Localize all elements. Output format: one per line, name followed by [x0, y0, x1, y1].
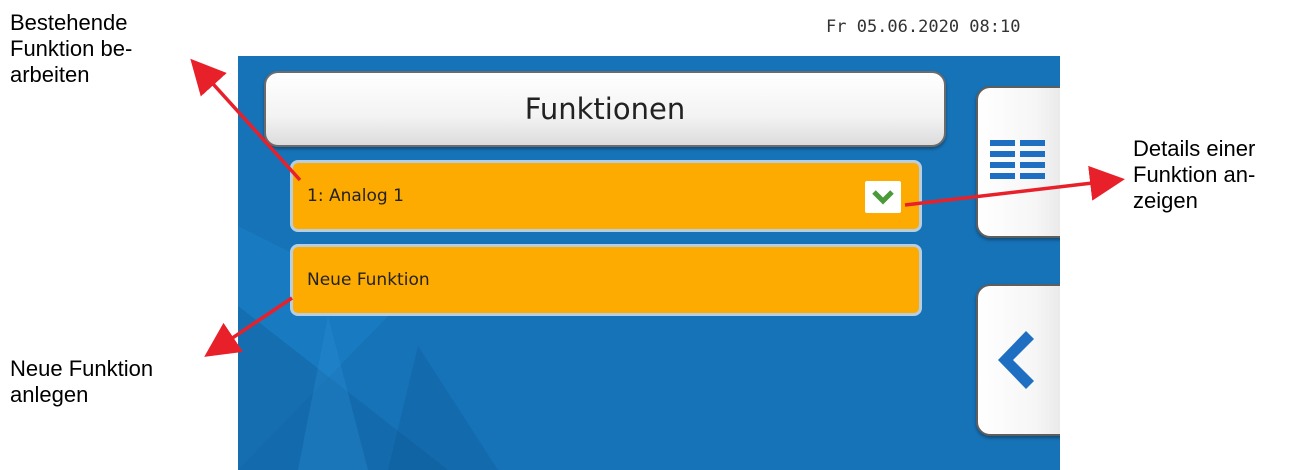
back-chevron-icon	[998, 331, 1034, 389]
back-button[interactable]	[976, 284, 1060, 436]
annotation-show-details: Details einer Funktion an- zeigen	[1133, 136, 1255, 214]
annotation-line: Funktion be-	[10, 36, 133, 61]
annotation-line: Funktion an-	[1133, 162, 1256, 187]
list-icon	[990, 140, 1045, 179]
new-function-item[interactable]: Neue Funktion	[290, 244, 922, 316]
annotation-line: Details einer	[1133, 136, 1256, 161]
status-datetime: Fr 05.06.2020 08:10	[826, 17, 1021, 37]
annotation-line: anlegen	[10, 382, 89, 407]
annotation-line: Neue Funktion	[10, 356, 154, 381]
page-title: Funktionen	[524, 92, 686, 126]
chevron-down-icon	[872, 190, 894, 205]
annotation-line: zeigen	[1133, 188, 1198, 213]
page-title-bar: Funktionen	[264, 71, 946, 147]
function-item-label: 1: Analog 1	[307, 186, 404, 206]
annotation-new-function: Neue Funktion anlegen	[10, 356, 153, 408]
list-view-button[interactable]	[976, 86, 1060, 238]
annotation-line: Bestehende	[10, 10, 128, 35]
function-item-analog-1[interactable]: 1: Analog 1	[290, 160, 922, 232]
annotation-line: arbeiten	[10, 62, 90, 87]
details-toggle-button[interactable]	[865, 181, 901, 213]
annotation-edit-existing-function: Bestehende Funktion be- arbeiten	[10, 10, 132, 88]
function-item-label: Neue Funktion	[307, 270, 430, 290]
device-screen: Funktionen 1: Analog 1 Neue Funktion	[238, 56, 1060, 470]
